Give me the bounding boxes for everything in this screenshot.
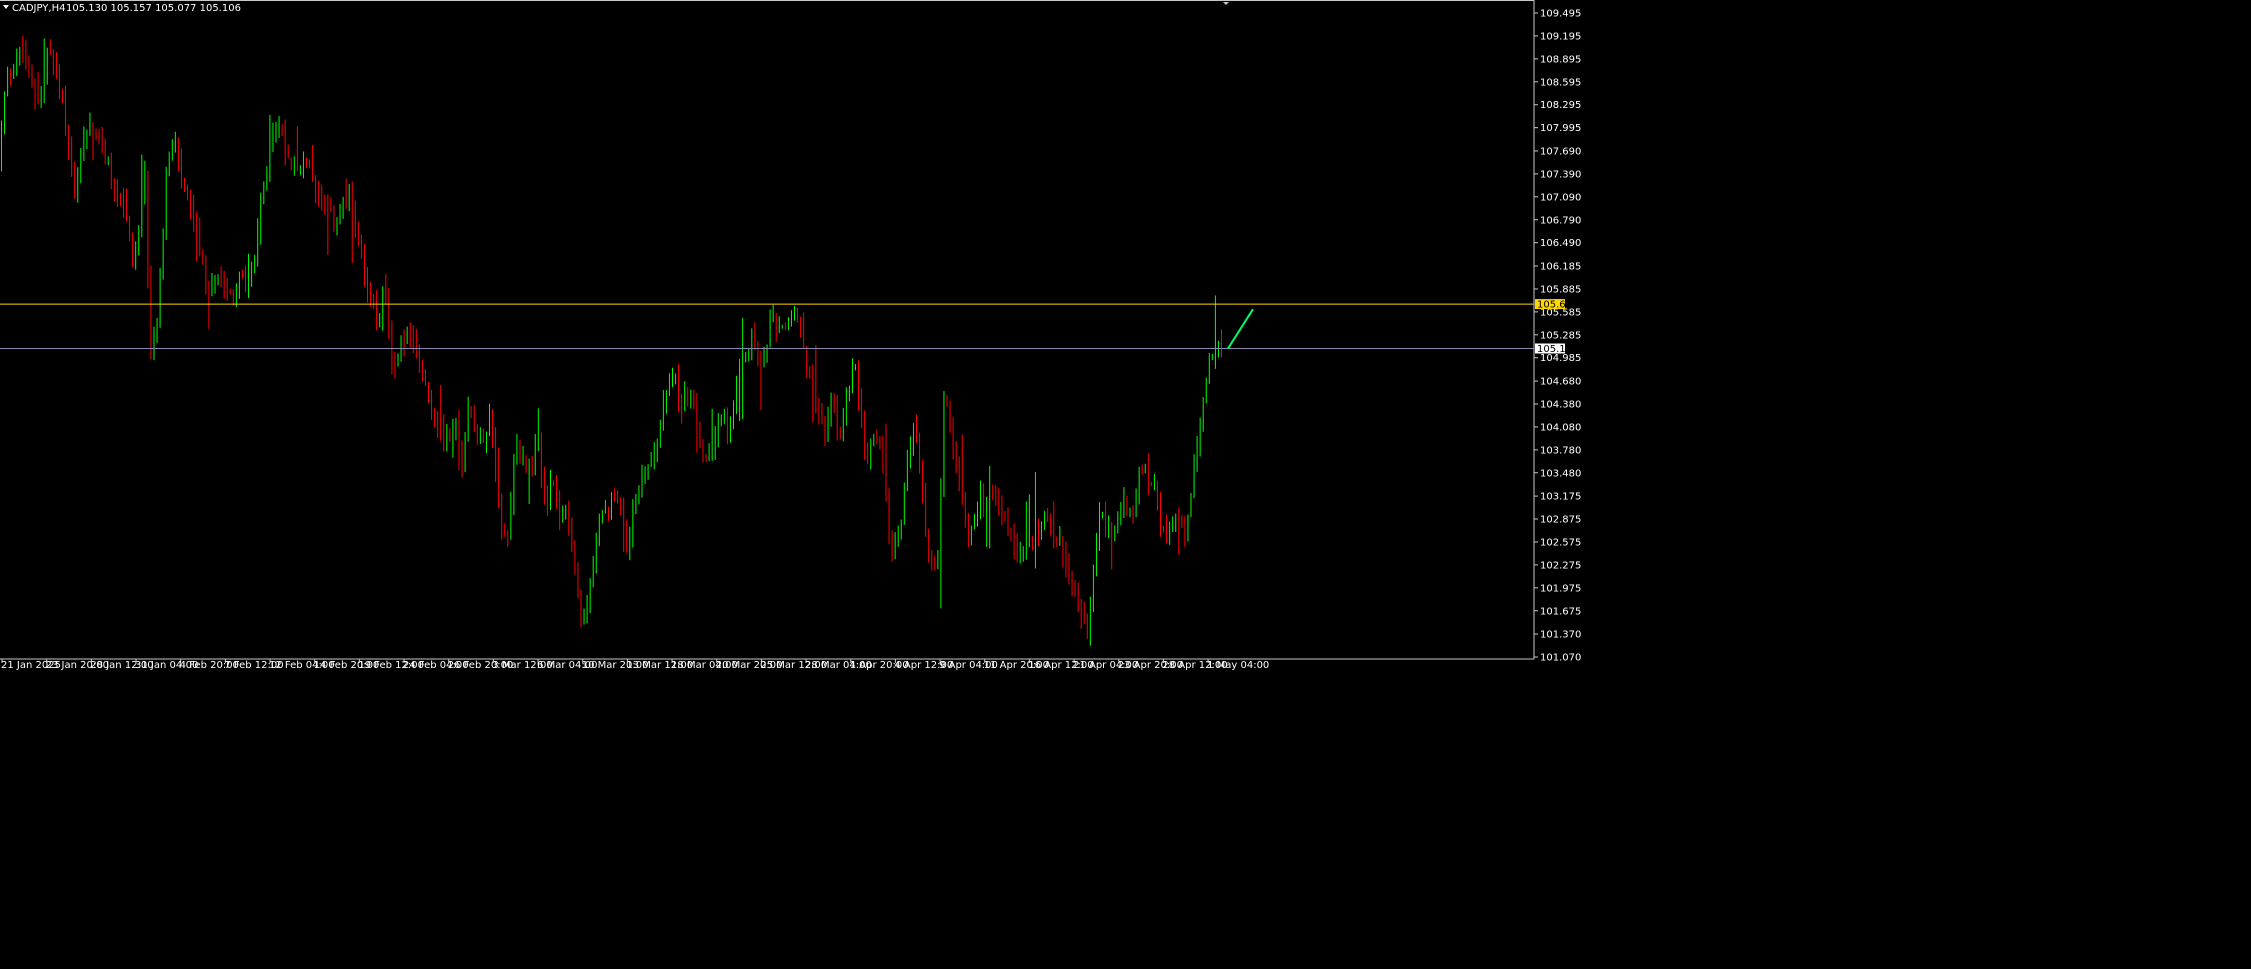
y-tick-label: 108.295 bbox=[1540, 100, 1581, 111]
y-tick-label: 105.885 bbox=[1540, 284, 1581, 295]
y-tick-label: 101.370 bbox=[1540, 630, 1581, 641]
y-tick-label: 108.595 bbox=[1540, 77, 1581, 88]
bid-price-label: 105.106 bbox=[1537, 344, 1578, 355]
y-tick-label: 101.675 bbox=[1540, 606, 1581, 617]
y-tick-label: 106.185 bbox=[1540, 262, 1581, 273]
y-tick-label: 102.875 bbox=[1540, 515, 1581, 526]
chart-background bbox=[0, 0, 2251, 969]
y-tick-label: 106.490 bbox=[1540, 238, 1581, 249]
y-tick-label: 104.080 bbox=[1540, 422, 1581, 433]
y-tick-label: 106.790 bbox=[1540, 215, 1581, 226]
y-tick-label: 104.680 bbox=[1540, 377, 1581, 388]
ohlc-readout: 105.130 105.157 105.077 105.106 bbox=[66, 3, 241, 14]
y-tick-label: 102.275 bbox=[1540, 560, 1581, 571]
y-tick-label: 107.690 bbox=[1540, 146, 1581, 157]
y-tick-label: 103.780 bbox=[1540, 445, 1581, 456]
y-tick-label: 108.895 bbox=[1540, 54, 1581, 65]
time-axis: 21 Jan 202523 Jan 20:0028 Jan 12:0031 Ja… bbox=[1, 659, 1269, 671]
y-tick-label: 102.575 bbox=[1540, 537, 1581, 548]
y-tick-label: 109.195 bbox=[1540, 31, 1581, 42]
resistance-price-label: 105.687 bbox=[1537, 300, 1578, 311]
x-tick-label: 1 May 04:00 bbox=[1207, 660, 1269, 671]
y-tick-label: 107.090 bbox=[1540, 192, 1581, 203]
y-tick-label: 104.380 bbox=[1540, 399, 1581, 410]
candlestick-chart[interactable]: 109.495 109.195 108.895 108.595 108.295 107.9… bbox=[0, 0, 2251, 969]
y-tick-label: 103.175 bbox=[1540, 492, 1581, 503]
y-tick-label: 101.975 bbox=[1540, 583, 1581, 594]
symbol-label: CADJPY,H4 bbox=[12, 3, 65, 14]
y-tick-label: 101.070 bbox=[1540, 653, 1581, 664]
price-axis: 109.495 109.195 108.895 108.595 108.295 107.9… bbox=[1534, 9, 1581, 664]
y-tick-label: 105.285 bbox=[1540, 330, 1581, 341]
y-tick-label: 103.480 bbox=[1540, 468, 1581, 479]
y-tick-label: 107.390 bbox=[1540, 169, 1581, 180]
y-tick-label: 107.995 bbox=[1540, 123, 1581, 134]
y-tick-label: 109.495 bbox=[1540, 9, 1581, 20]
